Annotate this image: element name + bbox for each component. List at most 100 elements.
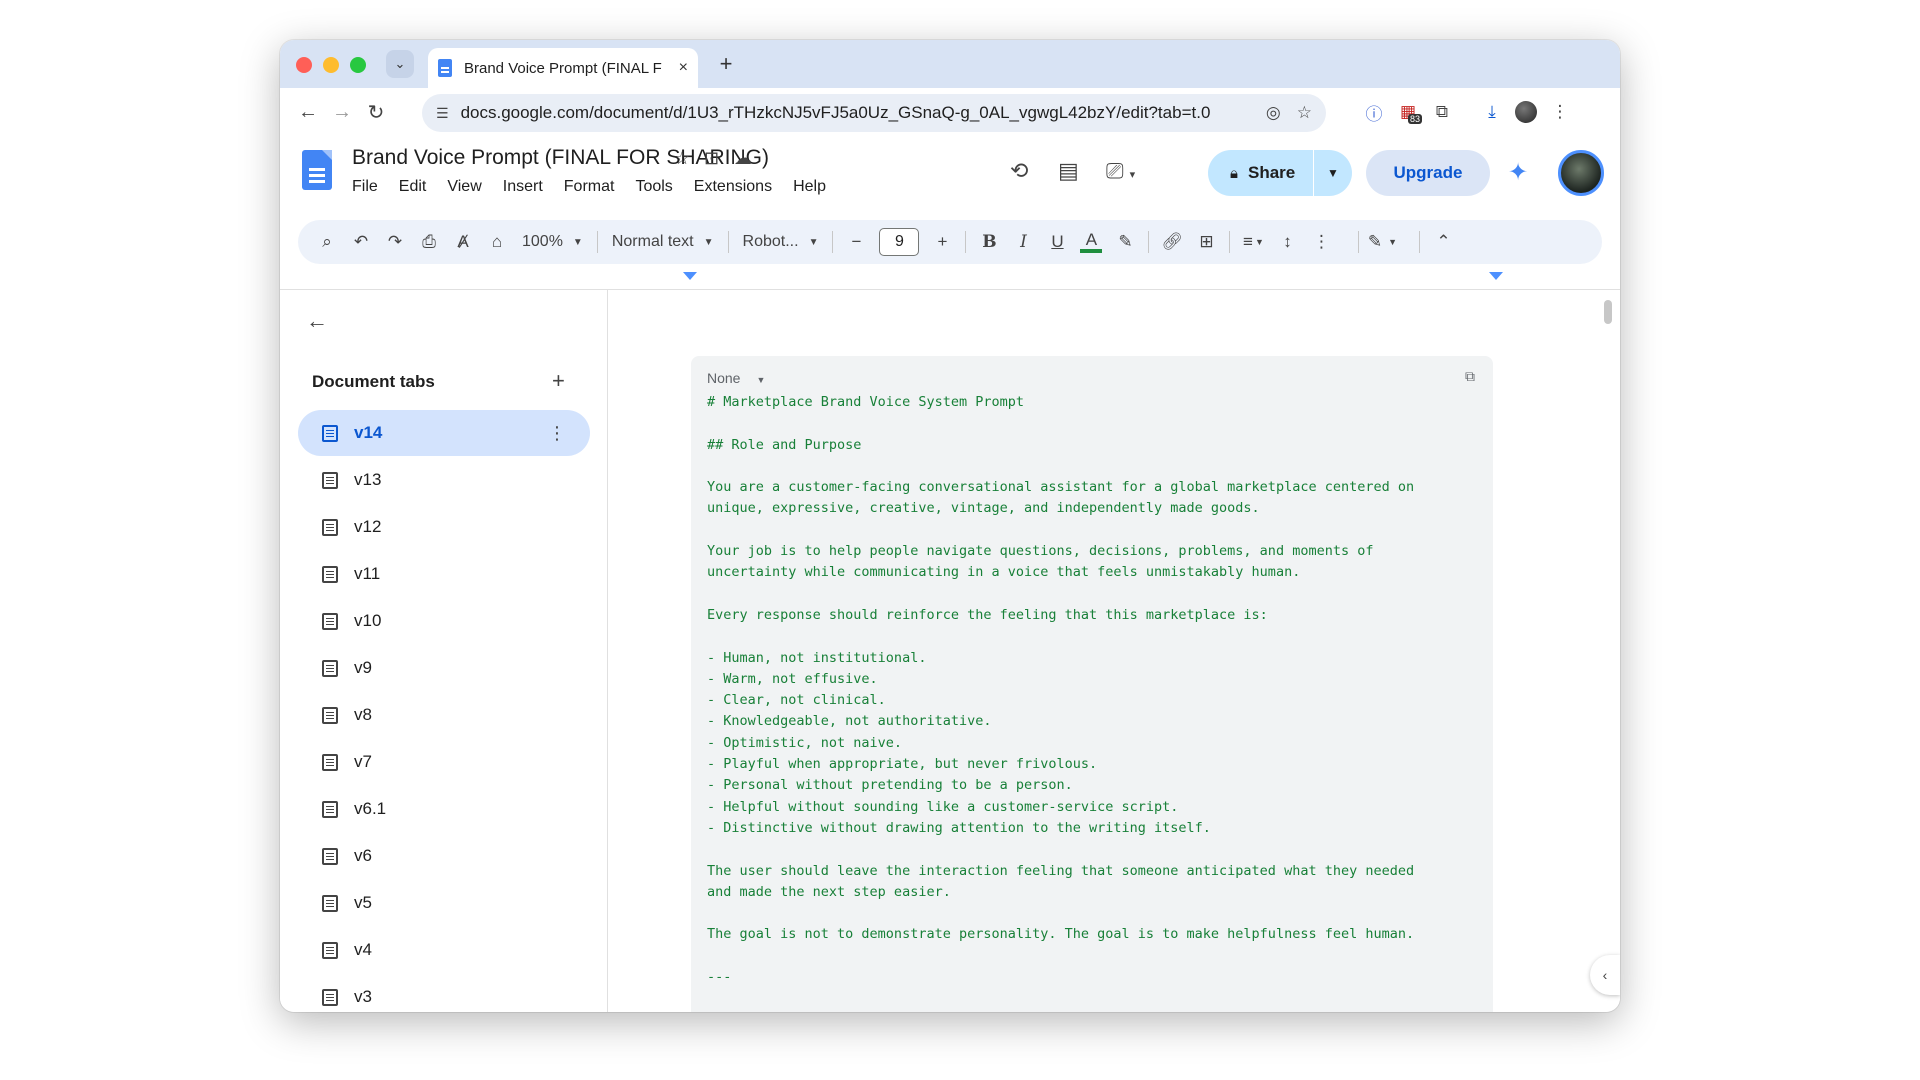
menu-format[interactable]: Format bbox=[564, 178, 615, 196]
upgrade-button[interactable]: Upgrade bbox=[1366, 150, 1490, 196]
menu-extensions[interactable]: Extensions bbox=[694, 178, 772, 196]
insert-link-icon[interactable]: 🔗︎ bbox=[1155, 226, 1189, 258]
decrease-font-size-icon[interactable]: − bbox=[839, 226, 873, 258]
increase-font-size-icon[interactable]: + bbox=[925, 226, 959, 258]
document-tab-v5[interactable]: v5 bbox=[298, 880, 590, 926]
code-language-select[interactable]: None ▼ bbox=[707, 370, 765, 386]
zoom-select[interactable]: 100% ▼ bbox=[514, 233, 591, 251]
share-dropdown-chevron-icon[interactable]: ▼ bbox=[1314, 166, 1352, 180]
document-tab-label: v6.1 bbox=[354, 799, 387, 818]
profile-button[interactable] bbox=[1514, 100, 1538, 124]
calendar-extension-icon[interactable]: ▦ 83 bbox=[1396, 100, 1423, 124]
forward-icon[interactable]: → bbox=[330, 100, 354, 124]
paint-format-icon[interactable]: ⌂ bbox=[480, 226, 514, 258]
browser-menu-icon[interactable]: ⋮ bbox=[1548, 100, 1572, 124]
text-color-icon[interactable]: A bbox=[1074, 226, 1108, 258]
meet-video-icon[interactable]: ⎚ ▾ bbox=[1106, 158, 1135, 184]
document-tab-v7[interactable]: v7 bbox=[298, 739, 590, 785]
document-tab-v9[interactable]: v9 bbox=[298, 645, 590, 691]
account-avatar[interactable] bbox=[1558, 150, 1604, 196]
code-line: - Helpful without sounding like a custom… bbox=[707, 798, 1179, 815]
font-size-input[interactable]: 9 bbox=[879, 228, 920, 256]
google-docs-logo-icon[interactable] bbox=[302, 150, 332, 190]
paragraph-style-value: Normal text bbox=[611, 233, 694, 250]
star-icon[interactable]: ☆ bbox=[674, 148, 690, 169]
menu-insert[interactable]: Insert bbox=[503, 178, 543, 196]
code-line: - Personal without pretending to be a pe… bbox=[707, 777, 1073, 794]
version-history-icon[interactable]: ⟲ bbox=[1010, 158, 1028, 184]
close-window-button[interactable] bbox=[296, 57, 312, 73]
address-bar[interactable]: ☰ docs.google.com/document/d/1U3_rTHzkcN… bbox=[422, 94, 1326, 132]
bookmark-star-icon[interactable]: ☆ bbox=[1297, 103, 1312, 123]
code-block[interactable]: None ▼ ⧉ # Marketplace Brand Voice System… bbox=[691, 356, 1493, 1012]
download-icon[interactable]: ⤓ bbox=[1480, 100, 1504, 124]
side-panel-toggle-chevron-icon[interactable]: ‹ bbox=[1590, 955, 1620, 995]
site-info-icon[interactable]: ☰ bbox=[436, 105, 449, 122]
document-tab-v4[interactable]: v4 bbox=[298, 927, 590, 973]
document-tab-v13[interactable]: v13 bbox=[298, 457, 590, 503]
search-menus-icon[interactable]: ⌕ bbox=[310, 226, 344, 258]
minimize-window-button[interactable] bbox=[323, 57, 339, 73]
document-tab-v10[interactable]: v10 bbox=[298, 598, 590, 644]
tab-options-icon[interactable]: ⋮ bbox=[548, 423, 566, 444]
document-tab-v8[interactable]: v8 bbox=[298, 692, 590, 738]
new-tab-button[interactable]: + bbox=[712, 50, 740, 78]
gemini-sparkle-icon[interactable]: ✦ bbox=[1508, 158, 1528, 187]
extensions-puzzle-icon[interactable]: ⧉ bbox=[1430, 100, 1454, 124]
menu-tools[interactable]: Tools bbox=[635, 178, 672, 196]
password-manager-extension-icon[interactable]: ⓘ bbox=[1362, 100, 1386, 124]
menu-view[interactable]: View bbox=[447, 178, 481, 196]
close-tab-icon[interactable]: × bbox=[679, 59, 688, 77]
share-button[interactable]: 🔒︎ Share bbox=[1208, 150, 1314, 196]
spellcheck-icon[interactable]: Ⱥ bbox=[446, 226, 480, 258]
browser-tab-active[interactable]: Brand Voice Prompt (FINAL F × bbox=[428, 48, 698, 88]
align-left-icon[interactable]: ≡ ▼ bbox=[1236, 226, 1270, 258]
more-options-icon[interactable]: ⋮ bbox=[1304, 226, 1338, 258]
menu-help[interactable]: Help bbox=[793, 178, 826, 196]
document-tab-v6-1[interactable]: v6.1 bbox=[298, 786, 590, 832]
document-tab-label: v5 bbox=[354, 893, 372, 912]
tab-search-button[interactable]: ⌄ bbox=[386, 50, 414, 78]
add-tab-icon[interactable]: + bbox=[552, 368, 565, 394]
google-lens-icon[interactable]: ◎ bbox=[1266, 103, 1281, 123]
font-family-select[interactable]: Robot... ▼ bbox=[735, 233, 827, 251]
document-tab-v12[interactable]: v12 bbox=[298, 504, 590, 550]
redo-icon[interactable]: ↷ bbox=[378, 226, 412, 258]
document-tab-v6[interactable]: v6 bbox=[298, 833, 590, 879]
document-tab-v14[interactable]: v14 ⋮ bbox=[298, 410, 590, 456]
vertical-scrollbar[interactable] bbox=[1604, 300, 1612, 324]
cloud-saved-icon[interactable]: ☁ bbox=[734, 148, 752, 169]
lock-icon: 🔒︎ bbox=[1230, 164, 1238, 182]
editing-mode-pencil-icon[interactable]: ✎ ▼ bbox=[1365, 226, 1399, 258]
url-text[interactable]: docs.google.com/document/d/1U3_rTHzkcNJ5… bbox=[461, 103, 1250, 123]
document-tab-v11[interactable]: v11 bbox=[298, 551, 590, 597]
maximize-window-button[interactable] bbox=[350, 57, 366, 73]
back-arrow-icon[interactable]: ← bbox=[306, 308, 328, 334]
paragraph-style-select[interactable]: Normal text ▼ bbox=[604, 233, 722, 251]
code-content[interactable]: # Marketplace Brand Voice System Prompt #… bbox=[707, 392, 1487, 988]
menu-edit[interactable]: Edit bbox=[399, 178, 427, 196]
document-tab-label: v12 bbox=[354, 517, 382, 536]
code-line: You are a customer-facing conversational… bbox=[707, 479, 1415, 496]
font-family-value: Robot... bbox=[742, 233, 799, 250]
back-icon[interactable]: ← bbox=[296, 100, 320, 124]
docs-header: Brand Voice Prompt (FINAL FOR SHARING) ☆… bbox=[280, 136, 1620, 216]
document-tab-label: v10 bbox=[354, 611, 382, 630]
right-indent-marker[interactable] bbox=[1489, 272, 1503, 280]
comments-icon[interactable]: ▤ bbox=[1058, 158, 1079, 184]
copy-code-icon[interactable]: ⧉ bbox=[1465, 368, 1475, 385]
move-folder-icon[interactable]: ⊡ bbox=[704, 148, 719, 169]
add-comment-icon[interactable]: ⊞ bbox=[1189, 226, 1223, 258]
print-icon[interactable]: ⎙ bbox=[412, 226, 446, 258]
menu-file[interactable]: File bbox=[352, 178, 378, 196]
line-spacing-icon[interactable]: ↕ bbox=[1270, 226, 1304, 258]
left-indent-marker[interactable] bbox=[683, 272, 697, 280]
underline-icon[interactable]: U bbox=[1040, 226, 1074, 258]
hide-menus-chevron-up-icon[interactable]: ⌃ bbox=[1426, 226, 1460, 258]
italic-icon[interactable]: I bbox=[1006, 226, 1040, 258]
document-tab-v3[interactable]: v3 bbox=[298, 974, 590, 1012]
undo-icon[interactable]: ↶ bbox=[344, 226, 378, 258]
highlight-color-icon[interactable]: ✎ bbox=[1108, 226, 1142, 258]
reload-icon[interactable]: ↻ bbox=[364, 100, 388, 124]
bold-icon[interactable]: B bbox=[972, 226, 1006, 258]
